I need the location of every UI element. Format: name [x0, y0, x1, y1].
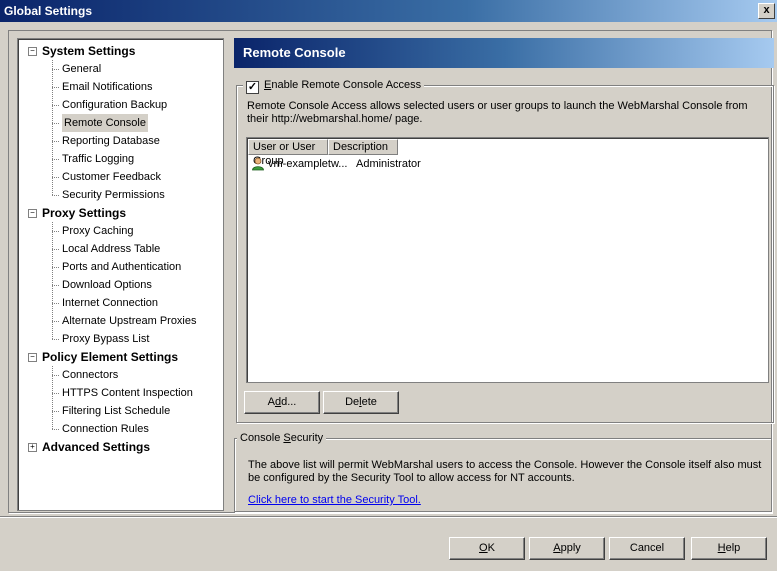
- tree-item[interactable]: Ports and Authentication: [62, 258, 181, 276]
- tree-connector: [52, 69, 59, 70]
- tree-item[interactable]: Configuration Backup: [62, 96, 167, 114]
- footer-separator: [0, 516, 777, 518]
- tree-connector: [52, 375, 59, 376]
- tree-connector: [52, 177, 59, 178]
- tree-item[interactable]: Connection Rules: [62, 420, 149, 438]
- tree-item[interactable]: Customer Feedback: [62, 168, 161, 186]
- delete-label-pre: De: [345, 396, 360, 408]
- cancel-label: Cancel: [629, 542, 665, 554]
- cancel-button[interactable]: Cancel: [609, 537, 685, 560]
- tree-item[interactable]: Proxy Bypass List: [62, 330, 149, 348]
- tree-group[interactable]: System Settings: [42, 42, 135, 60]
- title-bar: Global Settings x: [0, 0, 777, 22]
- tree-connector: [52, 267, 59, 268]
- apply-label-mnemonic: A: [553, 542, 561, 554]
- column-description[interactable]: Description: [328, 139, 398, 155]
- delete-button[interactable]: Delete: [323, 391, 399, 414]
- list-header: User or User Group Description: [248, 139, 767, 167]
- security-tool-link[interactable]: Click here to start the Security Tool.: [248, 494, 421, 507]
- security-legend-mnemonic: S: [283, 432, 291, 444]
- tree-item[interactable]: Email Notifications: [62, 78, 152, 96]
- expander-icon[interactable]: −: [28, 47, 37, 56]
- tree-connector: [52, 339, 59, 340]
- enable-remote-access-checkbox[interactable]: ✓ Enable Remote Console Access: [243, 78, 425, 94]
- tree-connector: [52, 411, 59, 412]
- column-user-or-group[interactable]: User or User Group: [248, 139, 328, 167]
- tree-connector: [52, 231, 59, 232]
- panel-title: Remote Console: [243, 45, 346, 60]
- settings-tree[interactable]: − System Settings General Email Notificatio…: [17, 38, 224, 511]
- tree-connector: [52, 159, 59, 160]
- tree-connector: [52, 429, 59, 430]
- ok-label-mnemonic: O: [479, 542, 488, 554]
- tree-connector: [52, 285, 59, 286]
- help-button[interactable]: Help: [691, 537, 767, 560]
- tree-connector: [52, 60, 53, 195]
- tree-group[interactable]: Policy Element Settings: [42, 348, 178, 366]
- tree-connector: [52, 321, 59, 322]
- expander-icon[interactable]: −: [28, 209, 37, 218]
- remote-access-description: Remote Console Access allows selected us…: [247, 100, 748, 125]
- tree-item[interactable]: Local Address Table: [62, 240, 160, 258]
- enable-checkbox-box[interactable]: ✓: [246, 81, 259, 94]
- tree-connector: [52, 303, 59, 304]
- tree-item[interactable]: Security Permissions: [62, 186, 165, 204]
- tree-item[interactable]: Connectors: [62, 366, 118, 384]
- tree-item[interactable]: Internet Connection: [62, 294, 158, 312]
- ok-label-post: K: [487, 542, 495, 554]
- security-legend-pre: Console: [240, 432, 284, 444]
- add-label-pre: A: [267, 396, 275, 408]
- delete-label-post: ete: [361, 396, 377, 408]
- add-button[interactable]: Add...: [244, 391, 320, 414]
- tree-connector: [52, 87, 59, 88]
- help-label-post: elp: [725, 542, 741, 554]
- tree-group[interactable]: Advanced Settings: [42, 438, 150, 456]
- tree-item[interactable]: Alternate Upstream Proxies: [62, 312, 197, 330]
- security-legend-post: ecurity: [290, 432, 324, 444]
- close-button[interactable]: x: [758, 3, 775, 19]
- tree-item[interactable]: Filtering List Schedule: [62, 402, 170, 420]
- table-row[interactable]: vm-exampletw... Administrator: [249, 156, 764, 172]
- tree-group[interactable]: Proxy Settings: [42, 204, 126, 222]
- tree-item[interactable]: Download Options: [62, 276, 152, 294]
- panel-header: Remote Console: [234, 38, 774, 68]
- enable-label-post: nable Remote Console Access: [271, 79, 422, 91]
- expander-icon[interactable]: +: [28, 443, 37, 452]
- user-icon: [251, 157, 265, 176]
- add-label-post: d...: [281, 396, 297, 408]
- tree-connector: [52, 249, 59, 250]
- tree-connector: [52, 195, 59, 196]
- window-title: Global Settings: [4, 4, 93, 18]
- console-security-legend: Console Security: [237, 431, 327, 445]
- tree-connector: [52, 141, 59, 142]
- help-label-mnemonic: H: [717, 542, 726, 554]
- tree-connector: [52, 393, 59, 394]
- tree-item[interactable]: HTTPS Content Inspection: [62, 384, 193, 402]
- expander-icon[interactable]: −: [28, 353, 37, 362]
- console-security-group: Console Security The above list will per…: [234, 431, 772, 512]
- security-description: The above list will permit WebMarshal us…: [248, 459, 762, 484]
- tree-connector: [52, 105, 59, 106]
- apply-button[interactable]: Apply: [529, 537, 605, 560]
- tree-connector: [52, 123, 59, 124]
- tree-item[interactable]: Reporting Database: [62, 132, 160, 150]
- tree-item[interactable]: Traffic Logging: [62, 150, 134, 168]
- tree-item[interactable]: Remote Console: [62, 114, 148, 132]
- ok-button[interactable]: OK: [449, 537, 525, 560]
- apply-label-post: pply: [560, 542, 581, 554]
- user-list[interactable]: User or User Group Description vm-exampl…: [246, 137, 769, 383]
- tree-item[interactable]: General: [62, 60, 101, 78]
- row-user: vm-exampletw...: [268, 158, 348, 170]
- row-description: Administrator: [356, 158, 421, 170]
- tree-item[interactable]: Proxy Caching: [62, 222, 134, 240]
